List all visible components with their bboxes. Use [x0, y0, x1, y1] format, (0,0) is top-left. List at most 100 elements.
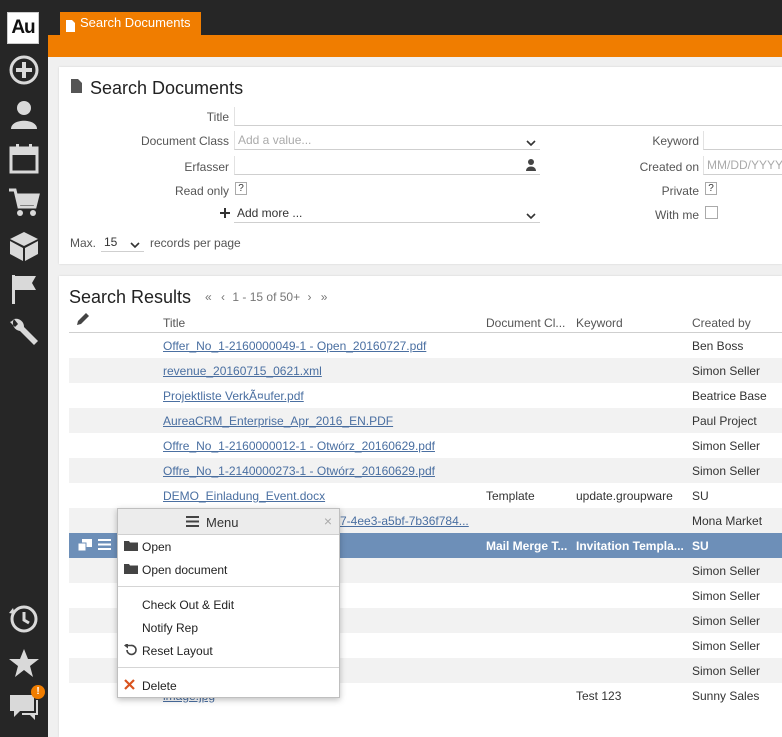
- menu-item-open[interactable]: Open: [118, 536, 339, 558]
- folder-icon: [124, 563, 138, 577]
- table-row[interactable]: DEMO_Einladung_Event.docx Template updat…: [69, 483, 782, 508]
- column-header-document-class[interactable]: Document Cl...: [486, 316, 565, 330]
- created-on-field[interactable]: MM/DD/YYYY: [703, 156, 782, 175]
- column-header-created-by[interactable]: Created by: [692, 316, 751, 330]
- results-title: Search Results: [69, 287, 192, 307]
- row-menu-icon[interactable]: [98, 539, 111, 553]
- prev-page-icon[interactable]: ‹: [221, 290, 225, 304]
- new-icon[interactable]: [6, 53, 42, 87]
- keyword-field[interactable]: [703, 131, 782, 150]
- table-row[interactable]: AureaCRM_Enterprise_Apr_2016_EN.PDF Paul…: [69, 408, 782, 433]
- flag-icon[interactable]: [6, 272, 42, 306]
- menu-divider: [118, 586, 339, 587]
- row-created-by: SU: [692, 489, 709, 503]
- calendar-icon[interactable]: [6, 141, 42, 175]
- document-class-placeholder: Add a value...: [238, 133, 312, 147]
- wrench-icon[interactable]: [6, 315, 42, 349]
- history-icon[interactable]: [6, 602, 42, 636]
- close-icon[interactable]: ×: [324, 513, 332, 529]
- row-title-link[interactable]: AureaCRM_Enterprise_Apr_2016_EN.PDF: [163, 414, 473, 428]
- with-me-checkbox[interactable]: [705, 206, 718, 219]
- search-title: Search Documents: [90, 78, 244, 98]
- max-label: Max.: [70, 236, 97, 250]
- menu-item-reset-layout[interactable]: Reset Layout: [118, 640, 339, 662]
- table-row[interactable]: Projektliste VerkÃ¤ufer.pdf Beatrice Bas…: [69, 383, 782, 408]
- row-created-by: Simon Seller: [692, 664, 761, 678]
- cart-icon[interactable]: [6, 185, 42, 219]
- chevron-down-icon: [526, 207, 536, 225]
- column-header-title[interactable]: Title: [163, 316, 185, 330]
- star-icon[interactable]: [6, 646, 42, 680]
- user-icon[interactable]: [6, 97, 42, 131]
- table-row[interactable]: Offer_No_1-2160000049-1 - Open_20160727.…: [69, 333, 782, 358]
- table-row[interactable]: revenue_20160715_0621.xml Simon Seller: [69, 358, 782, 383]
- person-picker-icon[interactable]: [526, 158, 536, 176]
- row-created-by: Simon Seller: [692, 439, 761, 453]
- records-per-page-label: records per page: [150, 236, 241, 250]
- folder-icon: [124, 540, 138, 554]
- edit-pencil-icon[interactable]: [76, 312, 90, 329]
- row-created-by: Beatrice Base: [692, 389, 767, 403]
- row-created-by: Simon Seller: [692, 564, 761, 578]
- row-keyword: update.groupware: [576, 489, 673, 503]
- row-title-link[interactable]: Offre_No_1-2140000273-1 - Otwórz_2016062…: [163, 464, 473, 478]
- row-title-link[interactable]: revenue_20160715_0621.xml: [163, 364, 473, 378]
- menu-item-delete[interactable]: Delete: [118, 675, 339, 697]
- next-page-icon[interactable]: ›: [307, 290, 311, 304]
- tab-search-documents[interactable]: Search Documents: [60, 12, 201, 35]
- document-icon: [71, 79, 82, 96]
- undo-icon: [124, 642, 137, 659]
- column-header-keyword[interactable]: Keyword: [576, 316, 623, 330]
- row-title-link[interactable]: DEMO_Einladung_Event.docx: [163, 489, 473, 503]
- row-created-by: Mona Market: [692, 514, 763, 528]
- table-row[interactable]: Offre_No_1-2140000273-1 - Otwórz_2016062…: [69, 458, 782, 483]
- keyword-label: Keyword: [652, 134, 699, 148]
- with-me-label: With me: [654, 208, 699, 222]
- title-label: Title: [206, 110, 229, 124]
- erfasser-field[interactable]: [234, 156, 540, 175]
- row-created-by: Sunny Sales: [692, 689, 760, 703]
- row-title-link[interactable]: Offre_No_1-2160000012-1 - Otwórz_2016062…: [163, 439, 473, 453]
- row-title-link[interactable]: 7-4ee3-a5bf-7b36f784...: [340, 514, 480, 528]
- accent-bar: [48, 35, 782, 57]
- menu-item-open-document[interactable]: Open document: [118, 559, 339, 581]
- row-created-by: Simon Seller: [692, 464, 761, 478]
- title-field[interactable]: [234, 107, 782, 126]
- row-title-link[interactable]: Offer_No_1-2160000049-1 - Open_20160727.…: [163, 339, 473, 353]
- created-on-label: Created on: [639, 160, 699, 174]
- row-document-class: Mail Merge T...: [486, 539, 568, 553]
- menu-item-label: Check Out & Edit: [142, 598, 235, 612]
- context-menu: Menu × Open Open document Check Out & Ed…: [117, 508, 340, 698]
- record-details-icon[interactable]: [77, 539, 92, 554]
- box-icon[interactable]: [6, 229, 42, 263]
- row-title-link[interactable]: Projektliste VerkÃ¤ufer.pdf: [163, 389, 473, 403]
- max-records-select[interactable]: 15: [101, 233, 144, 252]
- row-created-by: Simon Seller: [692, 614, 761, 628]
- read-only-tristate[interactable]: ?: [235, 182, 247, 195]
- app-logo[interactable]: Au: [7, 12, 39, 44]
- search-panel: Search Documents Title Document Class Ad…: [59, 67, 782, 264]
- last-page-icon[interactable]: »: [321, 290, 328, 304]
- row-created-by: Simon Seller: [692, 639, 761, 653]
- private-tristate[interactable]: ?: [705, 182, 717, 195]
- menu-item-label: Reset Layout: [142, 644, 213, 658]
- context-menu-header: Menu ×: [118, 509, 339, 535]
- table-row[interactable]: Offre_No_1-2160000012-1 - Otwórz_2016062…: [69, 433, 782, 458]
- menu-item-label: Notify Rep: [142, 621, 199, 635]
- document-class-label: Document Class: [140, 134, 229, 148]
- created-on-placeholder: MM/DD/YYYY: [707, 158, 782, 172]
- menu-item-check-out-edit[interactable]: Check Out & Edit: [118, 594, 339, 616]
- context-menu-title: Menu: [206, 515, 239, 530]
- document-class-select[interactable]: Add a value...: [234, 131, 540, 150]
- row-created-by: SU: [692, 539, 709, 553]
- first-page-icon[interactable]: «: [205, 290, 212, 304]
- delete-x-icon: [124, 679, 135, 693]
- row-created-by: Paul Project: [692, 414, 757, 428]
- plus-icon[interactable]: [220, 207, 230, 221]
- menu-item-notify-rep[interactable]: Notify Rep: [118, 617, 339, 639]
- notification-badge: !: [31, 685, 45, 699]
- row-created-by: Simon Seller: [692, 589, 761, 603]
- top-bar: Search Documents: [48, 0, 782, 35]
- add-more-select[interactable]: Add more ...: [234, 204, 540, 223]
- chevron-down-icon: [130, 236, 140, 254]
